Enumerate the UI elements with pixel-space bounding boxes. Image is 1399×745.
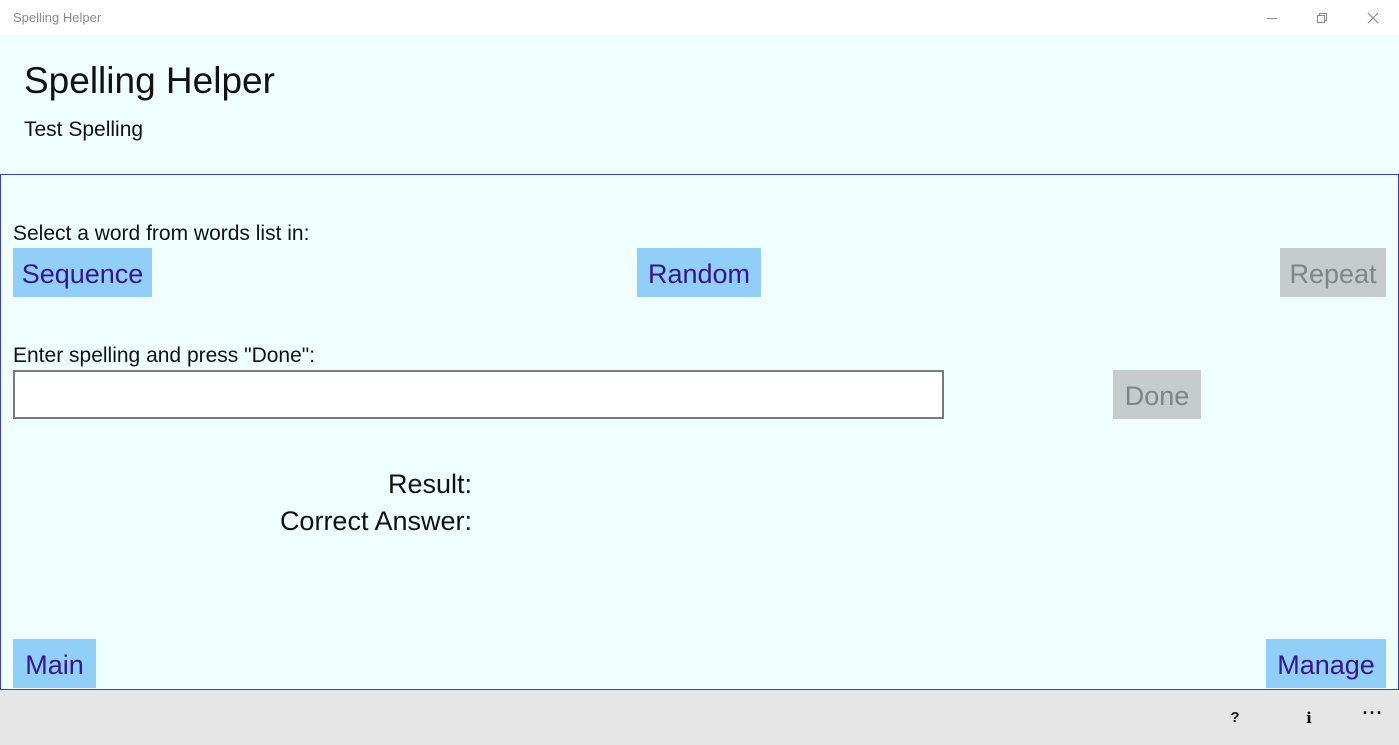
app-bar: ? i ··· [0, 690, 1399, 745]
close-icon [1367, 12, 1379, 23]
manage-button[interactable]: Manage [1266, 639, 1386, 688]
repeat-button[interactable]: Repeat [1280, 248, 1386, 297]
minimize-icon [1267, 17, 1277, 19]
more-icon: ··· [1362, 703, 1384, 723]
random-button[interactable]: Random [637, 248, 761, 297]
more-options-button[interactable]: ··· [1348, 690, 1398, 745]
restore-icon [1317, 12, 1327, 23]
page-subtitle: Test Spelling [24, 118, 144, 141]
info-button[interactable]: i [1284, 690, 1334, 745]
done-button[interactable]: Done [1113, 370, 1201, 419]
sequence-button[interactable]: Sequence [13, 248, 152, 297]
help-button[interactable]: ? [1210, 690, 1260, 745]
info-icon: i [1306, 708, 1312, 727]
window-title: Spelling Helper [13, 10, 102, 25]
select-word-label: Select a word from words list in: [13, 222, 310, 245]
spelling-input[interactable] [13, 370, 944, 419]
restore-button[interactable] [1299, 0, 1345, 35]
correct-answer-label: Correct Answer: [279, 506, 472, 536]
test-panel: Select a word from words list in: Sequen… [0, 174, 1399, 690]
main-button[interactable]: Main [13, 639, 96, 688]
result-label: Result: [387, 469, 472, 499]
page-title: Spelling Helper [24, 60, 275, 101]
enter-spelling-label: Enter spelling and press "Done": [13, 344, 316, 367]
app-window: Spelling Helper Spelling Helper Test Spe… [0, 0, 1399, 745]
help-icon: ? [1230, 709, 1240, 726]
close-button[interactable] [1350, 0, 1396, 35]
minimize-button[interactable] [1249, 0, 1295, 35]
title-bar: Spelling Helper [0, 0, 1399, 35]
